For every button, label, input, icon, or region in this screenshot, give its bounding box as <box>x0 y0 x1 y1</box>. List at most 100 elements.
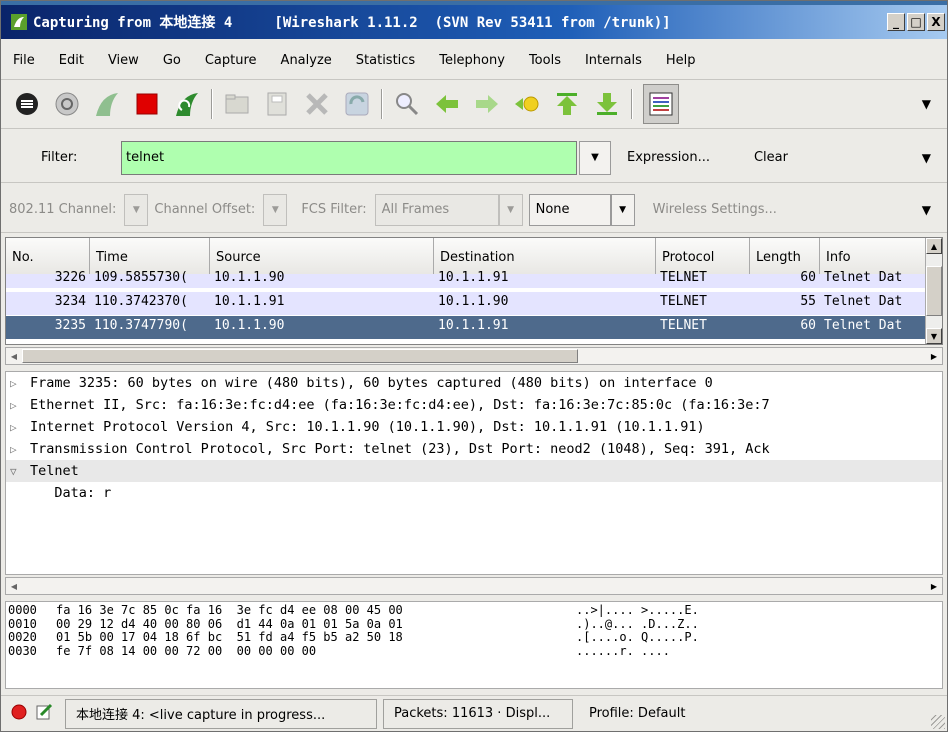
tree-item-frame[interactable]: ▷ Frame 3235: 60 bytes on wire (480 bits)… <box>6 372 942 394</box>
tree-item-ethernet[interactable]: ▷ Ethernet II, Src: fa:16:3e:fc:d4:ee (fa… <box>6 394 942 416</box>
cell-no: 3235 <box>54 318 86 333</box>
menu-capture[interactable]: Capture <box>193 53 269 68</box>
menu-telephony[interactable]: Telephony <box>427 53 517 68</box>
restart-capture-icon[interactable] <box>173 90 201 118</box>
cell-source: 10.1.1.90 <box>214 270 285 285</box>
hex-bytes: fa 16 3e 7c 85 0c fa 16 3e fc d4 ee 08 0… <box>56 603 403 617</box>
collapse-arrow-icon[interactable]: ▽ <box>10 465 30 478</box>
packet-list-vertical-scrollbar[interactable]: ▲ ▼ <box>925 238 942 344</box>
menu-view[interactable]: View <box>96 53 151 68</box>
cell-source: 10.1.1.90 <box>214 318 285 333</box>
hex-offset: 0030 <box>8 643 37 658</box>
tree-item-telnet[interactable]: ▽ Telnet <box>6 460 942 482</box>
hex-row[interactable]: 0010 00 29 12 d4 40 00 80 06 d1 44 0a 01 … <box>8 617 942 632</box>
hex-row[interactable]: 0000 fa 16 3e 7c 85 0c fa 16 3e fc d4 ee … <box>8 603 942 618</box>
scroll-down-arrow-icon[interactable]: ▼ <box>926 328 942 344</box>
start-capture-fin-icon[interactable] <box>93 90 121 118</box>
filter-overflow-chevron-icon[interactable]: ▼ <box>922 151 931 165</box>
cell-destination: 10.1.1.90 <box>438 294 509 309</box>
scroll-right-arrow-icon[interactable]: ▶ <box>927 349 941 363</box>
decryption-value: None <box>535 202 570 217</box>
close-file-icon[interactable] <box>303 90 331 118</box>
menu-internals[interactable]: Internals <box>573 53 654 68</box>
profile-status[interactable]: Profile: Default <box>579 699 935 729</box>
wireless-toolbar: 802.11 Channel: ▼ Channel Offset: ▼ FCS … <box>1 187 947 233</box>
fcs-filter-select[interactable]: All Frames <box>374 193 499 226</box>
packet-row[interactable]: 3226 109.5855730( 10.1.1.90 10.1.1.91 TE… <box>6 270 926 288</box>
expand-arrow-icon[interactable]: ▷ <box>10 377 30 390</box>
scroll-thumb[interactable] <box>926 266 942 316</box>
scroll-thumb[interactable] <box>22 349 578 363</box>
maximize-button[interactable]: □ <box>907 13 925 31</box>
scroll-up-arrow-icon[interactable]: ▲ <box>926 238 942 254</box>
stop-capture-icon[interactable] <box>133 90 161 118</box>
menu-go[interactable]: Go <box>151 53 193 68</box>
decryption-dropdown[interactable]: ▼ <box>610 193 635 226</box>
channel-dropdown[interactable]: ▼ <box>124 193 149 226</box>
toolbar-separator <box>631 89 633 119</box>
packet-row-selected[interactable]: 3235 110.3747790( 10.1.1.90 10.1.1.91 TE… <box>6 316 926 339</box>
go-forward-arrow-icon[interactable] <box>473 90 501 118</box>
find-packet-icon[interactable] <box>393 90 421 118</box>
wireshark-fin-icon <box>11 14 27 30</box>
menu-analyze[interactable]: Analyze <box>269 53 344 68</box>
expand-arrow-icon[interactable]: ▷ <box>10 421 30 434</box>
channel-offset-dropdown[interactable]: ▼ <box>263 193 288 226</box>
tree-item-tcp[interactable]: ▷ Transmission Control Protocol, Src Port… <box>6 438 942 460</box>
window-title: Capturing from 本地连接 4 [Wireshark 1.11.2 … <box>33 15 671 31</box>
reload-icon[interactable] <box>343 90 371 118</box>
open-folder-icon[interactable] <box>223 90 251 118</box>
last-packet-icon[interactable] <box>593 90 621 118</box>
cell-length: 55 <box>800 294 816 309</box>
scroll-left-arrow-icon[interactable]: ◀ <box>7 349 21 363</box>
filter-input[interactable]: telnet <box>121 140 577 175</box>
menu-bar: File Edit View Go Capture Analyze Statis… <box>1 47 947 73</box>
menu-edit[interactable]: Edit <box>47 53 96 68</box>
fcs-filter-label: FCS Filter: <box>301 202 367 217</box>
expert-info-icon[interactable] <box>11 704 27 724</box>
minimize-button[interactable]: _ <box>887 13 905 31</box>
resize-grip-icon[interactable] <box>931 715 945 729</box>
fcs-filter-dropdown[interactable]: ▼ <box>498 193 523 226</box>
toolbar-overflow-chevron-icon[interactable]: ▼ <box>922 97 931 111</box>
wireless-settings-button[interactable]: Wireless Settings... <box>653 202 777 217</box>
close-button[interactable]: X <box>927 13 945 31</box>
menu-tools[interactable]: Tools <box>517 53 573 68</box>
hex-row[interactable]: 0020 01 5b 00 17 04 18 6f bc 51 fd a4 f5 … <box>8 630 942 645</box>
scroll-right-arrow-icon[interactable]: ▶ <box>927 579 941 593</box>
menu-statistics[interactable]: Statistics <box>344 53 427 68</box>
display-filter-bar: Filter: telnet ▼ Expression... Clear ▼ <box>1 133 947 183</box>
menu-file[interactable]: File <box>1 53 47 68</box>
cell-no: 3234 <box>54 294 86 309</box>
wireless-overflow-chevron-icon[interactable]: ▼ <box>922 203 931 217</box>
tree-item-ipv4[interactable]: ▷ Internet Protocol Version 4, Src: 10.1.… <box>6 416 942 438</box>
hex-offset: 0000 <box>8 603 37 617</box>
cell-info: Telnet Dat <box>824 294 903 309</box>
menu-help[interactable]: Help <box>654 53 708 68</box>
go-back-arrow-icon[interactable] <box>433 90 461 118</box>
first-packet-icon[interactable] <box>553 90 581 118</box>
expression-button[interactable]: Expression... <box>627 150 710 165</box>
options-gear-icon[interactable] <box>53 90 81 118</box>
packet-list-horizontal-scrollbar[interactable]: ◀ ▶ <box>5 347 943 365</box>
capture-comment-icon[interactable] <box>35 703 53 725</box>
status-bar: 本地连接 4: <live capture in progress... Pac… <box>1 695 947 731</box>
tree-item-telnet-data[interactable]: Data: r <box>6 482 942 504</box>
packet-row[interactable]: 3234 110.3742370( 10.1.1.91 10.1.1.90 TE… <box>6 292 926 315</box>
expand-arrow-icon[interactable]: ▷ <box>10 443 30 456</box>
cell-time: 109.5855730( <box>94 270 188 285</box>
title-bar[interactable]: Capturing from 本地连接 4 [Wireshark 1.11.2 … <box>1 5 947 39</box>
decryption-select[interactable]: None <box>528 193 611 226</box>
scroll-left-arrow-icon[interactable]: ◀ <box>7 579 21 593</box>
clear-button[interactable]: Clear <box>754 150 788 165</box>
cell-protocol: TELNET <box>660 294 707 309</box>
interfaces-icon[interactable] <box>13 90 41 118</box>
colorize-toggle[interactable] <box>643 84 679 124</box>
details-horizontal-scrollbar[interactable]: ◀ ▶ <box>5 577 943 595</box>
hex-row[interactable]: 0030 fe 7f 08 14 00 00 72 00 00 00 00 00.… <box>8 643 942 659</box>
expand-arrow-icon[interactable]: ▷ <box>10 399 30 412</box>
go-to-packet-icon[interactable] <box>513 90 541 118</box>
cell-info: Telnet Dat <box>824 270 903 285</box>
save-file-icon[interactable] <box>263 90 291 118</box>
filter-history-dropdown[interactable]: ▼ <box>579 140 611 175</box>
